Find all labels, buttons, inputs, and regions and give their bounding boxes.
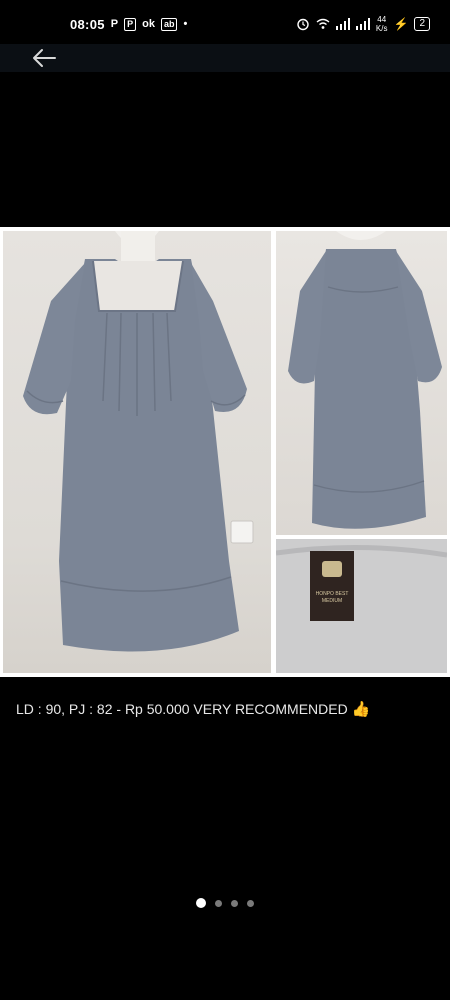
dress-label-photo: HONPO BEST MEDIUM [276,539,447,673]
ab-notification-icon: ab [160,17,178,31]
product-image[interactable]: HONPO BEST MEDIUM [0,227,450,677]
network-speed-value: 44 [377,15,387,24]
status-bar: 08:05 P P ok ab • 44 K/s ⚡ 2 [0,0,450,48]
status-time: 08:05 [70,16,105,32]
status-right: 44 K/s ⚡ 2 [296,15,430,33]
network-speed: 44 K/s [376,15,388,33]
more-notifications-icon: • [183,18,188,30]
dress-front-illustration [23,231,254,652]
signal-icon-2 [355,18,370,30]
battery-indicator: 2 [414,17,430,31]
status-left: 08:05 P P ok ab • [70,17,187,32]
app-notification-icon: P [124,17,137,31]
caption-text: LD : 90, PJ : 82 - Rp 50.000 VERY RECOMM… [16,701,348,717]
app-top-bar [0,44,450,72]
ok-notification-icon: ok [142,18,155,30]
network-speed-unit: K/s [375,24,388,33]
thumbs-up-emoji: 👍 [351,701,371,718]
signal-icon-1 [335,18,350,30]
pager-dot-1[interactable] [196,898,206,908]
label-size: MEDIUM [321,598,343,604]
pager-dot-2[interactable] [215,899,222,907]
label-text: HONPO BEST MEDIUM [310,591,354,605]
back-arrow-icon [33,49,56,67]
dress-label-illustration [276,539,447,673]
label-brand: HONPO BEST [315,591,349,597]
pager-dot-4[interactable] [247,899,254,907]
dress-back-illustration [288,231,442,529]
parking-notification-icon: P [110,18,119,30]
pager-dot-3[interactable] [231,899,238,907]
charging-icon: ⚡ [393,17,409,31]
photo-caption: LD : 90, PJ : 82 - Rp 50.000 VERY RECOMM… [16,700,436,718]
dress-front-photo [3,231,271,673]
alarm-icon [297,18,309,31]
image-pager [0,897,450,909]
wifi-icon [316,18,330,29]
back-button[interactable] [26,44,62,72]
dress-back-photo [276,231,447,535]
